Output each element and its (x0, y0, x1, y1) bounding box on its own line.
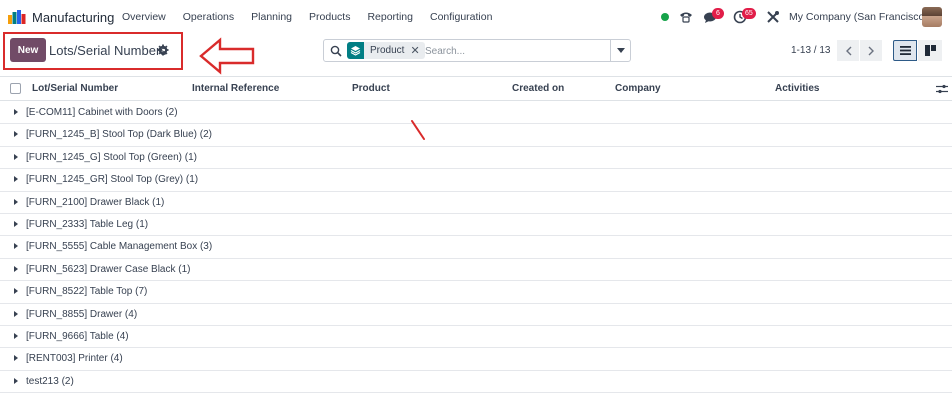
menu-configuration[interactable]: Configuration (430, 11, 492, 23)
manufacturing-app-icon[interactable] (8, 10, 26, 24)
app-name[interactable]: Manufacturing (32, 10, 114, 25)
group-row[interactable]: [FURN_9666] Table (4) (0, 326, 952, 349)
group-row-label: [FURN_2100] Drawer Black (1) (26, 196, 165, 208)
column-activities[interactable]: Activities (775, 83, 819, 94)
annotation-arrow-icon (199, 37, 255, 75)
tools-icon[interactable] (766, 10, 780, 24)
caret-right-icon[interactable] (14, 220, 18, 227)
group-row-label: [FURN_1245_GR] Stool Top (Grey) (1) (26, 174, 199, 186)
search-icon[interactable] (330, 45, 342, 57)
phone-icon[interactable] (679, 10, 693, 24)
caret-right-icon[interactable] (14, 176, 18, 183)
menu-overview[interactable]: Overview (122, 11, 166, 23)
column-created-on[interactable]: Created on (512, 83, 564, 94)
group-row[interactable]: [FURN_1245_GR] Stool Top (Grey) (1) (0, 169, 952, 192)
group-row[interactable]: [E-COM11] Cabinet with Doors (2) (0, 102, 952, 125)
column-company[interactable]: Company (615, 83, 661, 94)
column-lot-serial-number[interactable]: Lot/Serial Number (32, 83, 118, 94)
caret-right-icon[interactable] (14, 265, 18, 272)
group-row-label: [FURN_8855] Drawer (4) (26, 308, 138, 320)
list-view-icon (899, 46, 911, 55)
caret-right-icon[interactable] (14, 288, 18, 295)
group-row[interactable]: [FURN_8855] Drawer (4) (0, 304, 952, 326)
group-row[interactable]: [FURN_1245_G] Stool Top (Green) (1) (0, 147, 952, 170)
chevron-right-icon (868, 46, 874, 55)
column-internal-reference[interactable]: Internal Reference (192, 83, 279, 94)
search-bar[interactable]: Product ✕ (323, 39, 631, 62)
optional-columns-icon[interactable] (936, 83, 948, 95)
search-options-toggle[interactable] (610, 39, 631, 62)
pager-value[interactable]: 1-13 / 13 (791, 45, 830, 56)
group-row[interactable]: [FURN_2100] Drawer Black (1) (0, 192, 952, 214)
caret-right-icon[interactable] (14, 377, 18, 384)
chat-badge: 6 (712, 8, 724, 19)
close-icon[interactable]: ✕ (410, 44, 424, 57)
caret-right-icon[interactable] (14, 131, 18, 138)
chevron-left-icon (845, 46, 851, 55)
new-button[interactable]: New (10, 38, 46, 62)
group-row-label: [FURN_1245_B] Stool Top (Dark Blue) (2) (26, 129, 213, 141)
table-header: Lot/Serial Number Internal Reference Pro… (0, 76, 952, 101)
caret-right-icon[interactable] (14, 198, 18, 205)
menu-products[interactable]: Products (309, 11, 350, 23)
caret-right-icon[interactable] (14, 243, 18, 250)
group-row-label: [FURN_1245_G] Stool Top (Green) (1) (26, 151, 198, 163)
group-row-label: [FURN_5555] Cable Management Box (3) (26, 241, 213, 253)
activity-badge: 65 (742, 8, 756, 19)
group-row-label: [E-COM11] Cabinet with Doors (2) (26, 107, 178, 118)
kanban-view-button[interactable] (918, 40, 942, 61)
search-input[interactable] (425, 43, 605, 59)
caret-right-icon[interactable] (14, 332, 18, 339)
kanban-view-icon (924, 45, 936, 56)
caret-right-icon[interactable] (14, 109, 18, 115)
column-product[interactable]: Product (352, 83, 390, 94)
caret-right-icon[interactable] (14, 310, 18, 317)
group-row-label: [FURN_9666] Table (4) (26, 330, 129, 342)
search-facet-product[interactable]: Product ✕ (347, 42, 425, 59)
main-menu: Overview Operations Planning Products Re… (122, 11, 509, 23)
menu-operations[interactable]: Operations (183, 11, 234, 23)
caret-right-icon[interactable] (14, 355, 18, 362)
company-switcher[interactable]: My Company (San Francisco) (789, 11, 928, 23)
group-row[interactable]: [FURN_2333] Table Leg (1) (0, 214, 952, 237)
pager-next-button[interactable] (860, 40, 882, 61)
menu-reporting[interactable]: Reporting (367, 11, 413, 23)
menu-planning[interactable]: Planning (251, 11, 292, 23)
group-row[interactable]: [RENT003] Printer (4) (0, 348, 952, 371)
facet-label: Product (370, 45, 405, 56)
layers-icon (347, 42, 364, 59)
pager-previous-button[interactable] (837, 40, 859, 61)
annotation-pen-mark (411, 120, 425, 140)
gear-icon[interactable] (157, 44, 169, 56)
top-navbar: Manufacturing Overview Operations Planni… (0, 0, 952, 34)
group-row[interactable]: test213 (2) (0, 371, 952, 394)
caret-right-icon[interactable] (14, 153, 18, 160)
group-row[interactable]: [FURN_1245_B] Stool Top (Dark Blue) (2) (0, 124, 952, 147)
group-row[interactable]: [FURN_5555] Cable Management Box (3) (0, 236, 952, 259)
group-row-label: [FURN_2333] Table Leg (1) (26, 218, 149, 230)
status-indicator (661, 13, 669, 21)
group-row[interactable]: [FURN_8522] Table Top (7) (0, 281, 952, 304)
list-view-button[interactable] (893, 40, 917, 61)
group-row-label: [RENT003] Printer (4) (26, 353, 123, 365)
group-row-label: [FURN_8522] Table Top (7) (26, 286, 148, 298)
page-title[interactable]: Lots/Serial Numbers (49, 43, 167, 58)
chevron-down-icon (617, 48, 625, 53)
group-row[interactable]: [FURN_5623] Drawer Case Black (1) (0, 259, 952, 282)
group-rows: [E-COM11] Cabinet with Doors (2) [FURN_12… (0, 102, 952, 394)
user-avatar[interactable] (922, 7, 942, 27)
group-row-label: [FURN_5623] Drawer Case Black (1) (26, 263, 191, 275)
select-all-checkbox[interactable] (10, 83, 21, 94)
group-row-label: test213 (2) (26, 375, 74, 387)
